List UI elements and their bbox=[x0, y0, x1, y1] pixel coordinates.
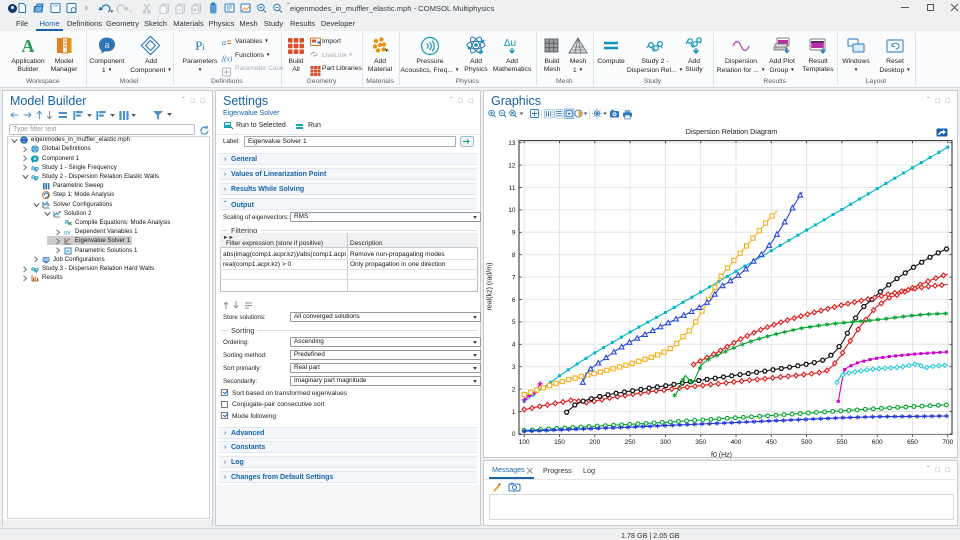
svg-text:12: 12 bbox=[508, 162, 516, 169]
svg-text:500: 500 bbox=[801, 439, 812, 446]
svg-text:Pi: Pi bbox=[195, 38, 205, 53]
svg-text:700: 700 bbox=[942, 439, 953, 446]
svg-text:A: A bbox=[22, 36, 35, 56]
svg-text:200: 200 bbox=[589, 439, 600, 446]
svg-text:5: 5 bbox=[512, 319, 516, 326]
svg-text:150: 150 bbox=[554, 439, 565, 446]
svg-text:450: 450 bbox=[766, 439, 777, 446]
svg-text:350: 350 bbox=[695, 439, 706, 446]
svg-text:10: 10 bbox=[508, 207, 516, 214]
svg-text:7: 7 bbox=[512, 274, 516, 281]
svg-text:550: 550 bbox=[836, 439, 847, 446]
svg-text:0: 0 bbox=[512, 431, 516, 438]
svg-text:650: 650 bbox=[907, 439, 918, 446]
svg-text:a: a bbox=[222, 38, 226, 47]
svg-text:2: 2 bbox=[512, 386, 516, 393]
svg-text:100: 100 bbox=[519, 439, 530, 446]
svg-text:400: 400 bbox=[731, 439, 742, 446]
svg-text:9: 9 bbox=[512, 230, 516, 237]
svg-text:3: 3 bbox=[512, 364, 516, 371]
svg-text:Δu: Δu bbox=[504, 38, 516, 49]
svg-text:4: 4 bbox=[512, 342, 516, 349]
svg-text:250: 250 bbox=[625, 439, 636, 446]
svg-text:11: 11 bbox=[509, 185, 516, 192]
svg-text:13: 13 bbox=[508, 140, 516, 147]
svg-text:8: 8 bbox=[512, 252, 516, 259]
svg-text:a: a bbox=[104, 40, 109, 50]
svg-text:300: 300 bbox=[660, 439, 671, 446]
svg-text:1: 1 bbox=[512, 409, 516, 416]
svg-text:600: 600 bbox=[872, 439, 883, 446]
svg-text:6: 6 bbox=[512, 297, 516, 304]
svg-text:f(x): f(x) bbox=[222, 54, 232, 63]
